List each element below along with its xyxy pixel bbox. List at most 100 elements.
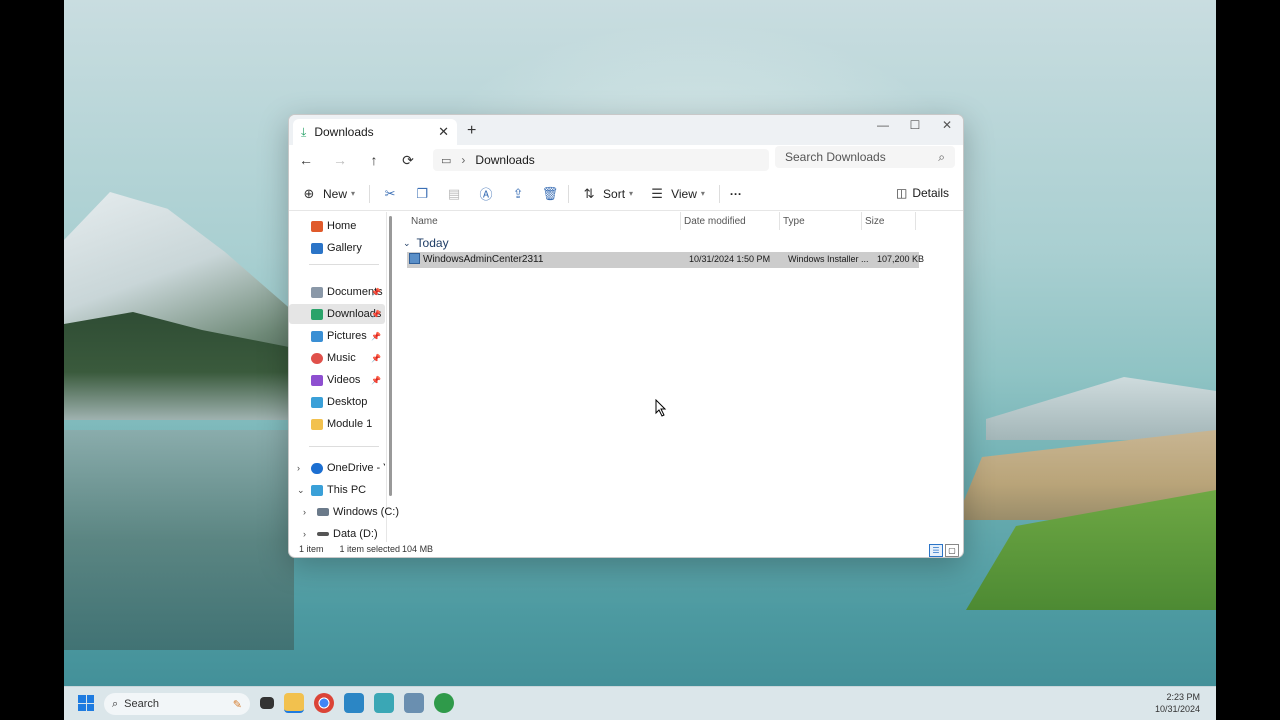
task-view-icon[interactable] bbox=[260, 697, 274, 709]
sidebar-item-windows-c[interactable]: › Windows (C:) bbox=[289, 502, 399, 522]
selection-size: 104 MB bbox=[402, 544, 434, 554]
forward-button[interactable]: → bbox=[331, 152, 349, 168]
sidebar-item-this-pc[interactable]: ⌄ This PC bbox=[289, 480, 385, 500]
column-header-size[interactable]: Size bbox=[865, 216, 884, 227]
sidebar-item-label: Data (D:) bbox=[333, 528, 378, 540]
close-window-button[interactable]: ✕ bbox=[931, 115, 963, 135]
address-path[interactable]: ▭ › Downloads bbox=[433, 149, 769, 171]
minimize-button[interactable]: — bbox=[867, 115, 899, 135]
sort-button[interactable]: ⇅ Sort ▾ bbox=[579, 186, 633, 202]
details-label: Details bbox=[912, 186, 949, 200]
title-bar: ⤓ Downloads ✕ + — ☐ ✕ bbox=[289, 115, 963, 145]
details-button[interactable]: ◫ Details bbox=[896, 186, 949, 200]
clock-time: 2:23 PM bbox=[1166, 692, 1200, 702]
paste-icon[interactable]: ▤ bbox=[444, 186, 464, 202]
group-header-today[interactable]: ⌄ Today bbox=[403, 236, 449, 250]
sidebar-item-documents[interactable]: Documents 📌 bbox=[289, 282, 385, 302]
search-placeholder: Search Downloads bbox=[785, 150, 886, 164]
sidebar-item-gallery[interactable]: Gallery bbox=[289, 238, 385, 258]
computer-icon bbox=[311, 484, 323, 496]
file-explorer-icon[interactable] bbox=[284, 693, 304, 713]
up-button[interactable]: ↑ bbox=[365, 152, 383, 168]
documents-icon bbox=[311, 286, 323, 298]
search-icon: ⌕ bbox=[112, 697, 119, 710]
chrome-icon[interactable] bbox=[314, 693, 334, 713]
sidebar-item-music[interactable]: Music 📌 bbox=[289, 348, 385, 368]
sidebar-item-module-1[interactable]: Module 1 bbox=[289, 414, 385, 434]
file-size: 107,200 KB bbox=[877, 254, 925, 264]
selection-count: 1 item selected bbox=[339, 544, 401, 554]
download-icon bbox=[311, 308, 323, 320]
share-icon[interactable]: ⇪ bbox=[508, 186, 528, 202]
chevron-right-icon: › bbox=[303, 507, 306, 517]
gallery-icon bbox=[311, 242, 323, 254]
file-explorer-window: ⤓ Downloads ✕ + — ☐ ✕ ← → ↑ ⟳ ▭ › Downlo… bbox=[288, 114, 964, 558]
pin-icon: 📌 bbox=[371, 331, 381, 341]
chevron-down-icon: ▾ bbox=[351, 189, 356, 198]
server-manager-icon[interactable] bbox=[374, 693, 394, 713]
tiles-view-icon[interactable]: ▢ bbox=[945, 544, 959, 557]
sidebar-item-desktop[interactable]: Desktop bbox=[289, 392, 385, 412]
sidebar-item-downloads[interactable]: Downloads 📌 bbox=[289, 304, 385, 324]
copy-icon[interactable]: ❐ bbox=[412, 186, 432, 202]
taskbar-search[interactable]: ⌕ Search ✎ bbox=[104, 693, 250, 715]
column-header-name[interactable]: Name bbox=[411, 216, 438, 227]
pin-icon: 📌 bbox=[371, 309, 381, 319]
back-button[interactable]: ← bbox=[297, 152, 315, 168]
plus-circle-icon: ⊕ bbox=[303, 185, 315, 201]
installer-icon bbox=[409, 253, 420, 264]
desktop: ⤓ Downloads ✕ + — ☐ ✕ ← → ↑ ⟳ ▭ › Downlo… bbox=[64, 0, 1216, 720]
chevron-down-icon: ⌄ bbox=[403, 237, 411, 248]
file-name: WindowsAdminCenter2311 bbox=[423, 254, 544, 265]
details-view-icon[interactable]: ☰ bbox=[929, 544, 943, 557]
delete-icon[interactable]: 🗑 bbox=[540, 186, 560, 202]
view-icon: ☰ bbox=[651, 185, 663, 201]
folder-icon bbox=[311, 418, 323, 430]
windows-start-icon[interactable] bbox=[78, 695, 94, 711]
view-button[interactable]: ☰ View ▾ bbox=[647, 186, 705, 202]
new-button[interactable]: ⊕ New ▾ bbox=[299, 186, 355, 202]
more-options-button[interactable]: ··· bbox=[730, 187, 742, 201]
network-icon[interactable] bbox=[404, 693, 424, 713]
sidebar-item-label: Gallery bbox=[327, 242, 362, 254]
new-tab-button[interactable]: + bbox=[467, 122, 476, 140]
sidebar-item-label: Module 1 bbox=[327, 418, 373, 430]
pictures-icon bbox=[311, 330, 323, 342]
sidebar-item-videos[interactable]: Videos 📌 bbox=[289, 370, 385, 390]
cut-icon[interactable]: ✂ bbox=[380, 186, 400, 202]
close-tab-button[interactable]: ✕ bbox=[438, 124, 449, 140]
rename-icon[interactable]: Ⓐ bbox=[476, 184, 496, 203]
column-header-date[interactable]: Date modified bbox=[684, 216, 746, 227]
sidebar-item-label: Desktop bbox=[327, 396, 368, 408]
videos-icon bbox=[311, 374, 323, 386]
recycle-app-icon[interactable] bbox=[434, 693, 454, 713]
taskbar-apps bbox=[260, 693, 454, 713]
chevron-right-icon: › bbox=[297, 463, 300, 473]
sidebar-item-onedrive[interactable]: › OneDrive - Yakir bbox=[289, 458, 385, 478]
column-header-type[interactable]: Type bbox=[783, 216, 805, 227]
monitor-icon: ▭ bbox=[441, 154, 452, 167]
notepad-icon[interactable] bbox=[344, 693, 364, 713]
sidebar-item-home[interactable]: Home bbox=[289, 216, 385, 236]
cloud-icon bbox=[311, 462, 323, 474]
tab-downloads[interactable]: ⤓ Downloads ✕ bbox=[293, 119, 457, 145]
command-bar: ⊕ New ▾ ✂ ❐ ▤ Ⓐ ⇪ 🗑 ⇅ Sort ▾ ☰ View ▾ ··… bbox=[289, 177, 963, 211]
chevron-right-icon: › bbox=[303, 529, 306, 539]
breadcrumb-downloads[interactable]: Downloads bbox=[475, 153, 534, 167]
table-row[interactable]: WindowsAdminCenter2311 10/31/2024 1:50 P… bbox=[407, 252, 924, 268]
sidebar-scrollbar[interactable] bbox=[389, 216, 392, 496]
new-label: New bbox=[323, 186, 348, 201]
refresh-button[interactable]: ⟳ bbox=[399, 152, 417, 169]
chevron-down-icon: ▾ bbox=[700, 189, 705, 198]
maximize-button[interactable]: ☐ bbox=[899, 115, 931, 135]
taskbar-search-label: Search bbox=[124, 698, 160, 710]
system-clock[interactable]: 2:23 PM 10/31/2024 bbox=[1155, 691, 1200, 715]
navigation-pane: Home Gallery Documents 📌 Downloads 📌 Pic… bbox=[289, 212, 399, 542]
chevron-down-icon: ▾ bbox=[629, 189, 634, 198]
sidebar-item-label: OneDrive - Yakir bbox=[327, 462, 385, 474]
home-icon bbox=[311, 220, 323, 232]
search-input[interactable]: Search Downloads ⌕ bbox=[775, 146, 955, 168]
search-icon: ⌕ bbox=[938, 149, 945, 164]
sidebar-item-pictures[interactable]: Pictures 📌 bbox=[289, 326, 385, 346]
sort-label: Sort bbox=[603, 186, 626, 201]
